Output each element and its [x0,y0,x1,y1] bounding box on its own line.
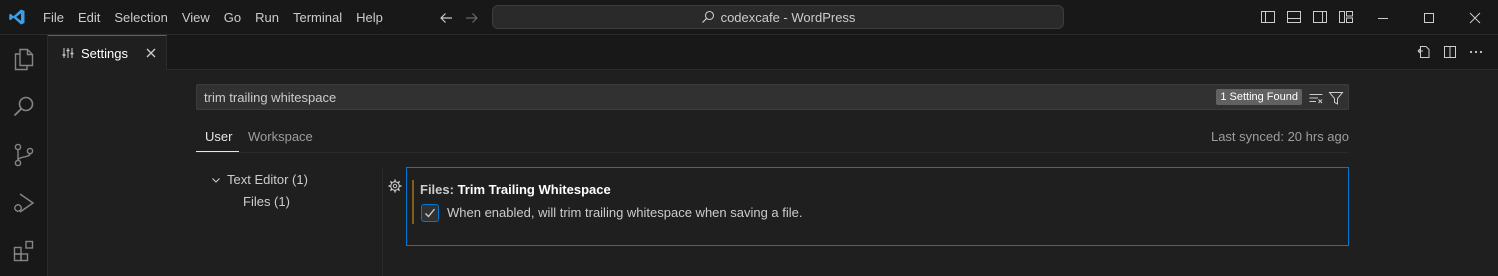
minimize-icon[interactable] [1360,0,1406,35]
editor-tab-bar: Settings [48,35,1498,70]
window-controls [1360,0,1498,35]
toc-item-label: Files (1) [243,194,290,209]
editor-actions [1416,44,1484,60]
search-query: trim trailing whitespace [204,90,337,105]
toggle-panel-icon[interactable] [1285,8,1303,26]
setting-name: Trim Trailing Whitespace [457,182,611,197]
toggle-secondary-sidebar-icon[interactable] [1311,8,1329,26]
setting-description: When enabled, will trim trailing whitesp… [447,205,803,220]
search-icon[interactable] [0,83,48,131]
gear-icon[interactable] [387,178,403,194]
tab-settings[interactable]: Settings [48,35,167,70]
toc-divider [382,167,383,276]
tab-workspace[interactable]: Workspace [248,129,313,144]
maximize-icon[interactable] [1406,0,1452,35]
arrow-right-icon[interactable] [463,9,481,27]
setting-title: Files: Trim Trailing Whitespace [420,182,611,197]
menu-terminal[interactable]: Terminal [286,0,349,35]
settings-editor: trim trailing whitespace 1 Setting Found… [48,70,1498,276]
clear-search-icon[interactable] [1308,90,1324,106]
filter-icon[interactable] [1328,90,1344,106]
explorer-icon[interactable] [0,35,48,83]
close-icon[interactable] [144,46,158,60]
modified-indicator [412,180,414,224]
toggle-primary-sidebar-icon[interactable] [1259,8,1277,26]
title-bar: File Edit Selection View Go Run Terminal… [0,0,1498,35]
setting-trim-trailing-whitespace: Files: Trim Trailing Whitespace When ena… [406,167,1349,246]
settings-sliders-icon [61,46,75,60]
layout-controls [1259,8,1355,26]
customize-layout-icon[interactable] [1337,8,1355,26]
menu-edit[interactable]: Edit [71,0,107,35]
close-window-icon[interactable] [1452,0,1498,35]
toc-item-files[interactable]: Files (1) [243,194,290,209]
source-control-icon[interactable] [0,131,48,179]
search-icon [701,10,715,24]
arrow-left-icon[interactable] [437,9,455,27]
chevron-down-icon [210,174,222,186]
run-debug-icon[interactable] [0,179,48,227]
toc-item-text-editor[interactable]: Text Editor (1) [210,172,308,187]
menu-help[interactable]: Help [349,0,390,35]
menu-view[interactable]: View [175,0,217,35]
settings-scope-tabs: User Workspace Last synced: 20 hrs ago [196,126,1349,153]
settings-toc: Text Editor (1) Files (1) [196,167,382,276]
tab-label: Settings [81,45,128,61]
active-tab-underline [196,151,239,152]
menu-go[interactable]: Go [217,0,248,35]
menu-file[interactable]: File [36,0,71,35]
sync-status: Last synced: 20 hrs ago [1210,129,1349,144]
activity-bar [0,35,48,276]
command-center[interactable]: codexcafe - WordPress [492,5,1064,29]
checkmark-icon [425,208,436,218]
result-count-badge: 1 Setting Found [1216,89,1302,105]
menu-bar: File Edit Selection View Go Run Terminal… [36,0,390,35]
vscode-logo-icon [8,8,26,26]
menu-selection[interactable]: Selection [107,0,174,35]
settings-search-input[interactable]: trim trailing whitespace 1 Setting Found [196,84,1349,110]
setting-category: Files: [420,182,458,197]
tab-user[interactable]: User [205,129,232,144]
menu-run[interactable]: Run [248,0,286,35]
setting-checkbox[interactable] [421,204,439,222]
split-editor-icon[interactable] [1442,44,1458,60]
extensions-icon[interactable] [0,227,48,275]
open-settings-json-icon[interactable] [1416,44,1432,60]
command-center-label: codexcafe - WordPress [720,9,856,25]
more-actions-icon[interactable] [1468,44,1484,60]
toc-item-label: Text Editor (1) [227,172,308,187]
